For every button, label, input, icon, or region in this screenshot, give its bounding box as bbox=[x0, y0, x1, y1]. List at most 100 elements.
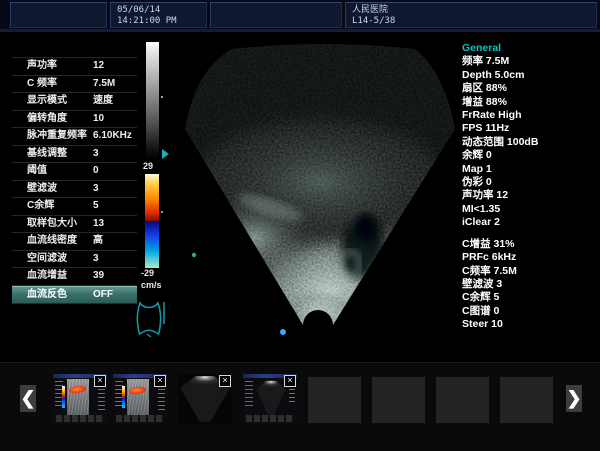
param-label: 声功率 bbox=[27, 58, 57, 75]
header-box-empty-left bbox=[10, 2, 107, 28]
info-line-frequency: 频率 7.5M bbox=[462, 55, 598, 68]
info-line-prfc: PRFc 6kHz bbox=[462, 251, 598, 264]
param-value: 13 bbox=[93, 216, 104, 233]
info-line-dynamic-range: 动态范围 100dB bbox=[462, 136, 598, 149]
param-label: 血流增益 bbox=[27, 268, 67, 285]
header-box-empty-mid bbox=[210, 2, 342, 28]
info-line-steer: Steer 10 bbox=[462, 318, 598, 331]
close-icon[interactable]: × bbox=[284, 375, 296, 387]
close-icon[interactable]: × bbox=[94, 375, 106, 387]
mini-colorbar bbox=[62, 386, 65, 408]
hospital-name: 人民医院 bbox=[352, 5, 388, 15]
mini-thumbstrip bbox=[246, 415, 294, 422]
body-marker-icon bbox=[131, 299, 171, 339]
grayscale-bar bbox=[146, 42, 159, 159]
param-value: 5 bbox=[93, 198, 99, 215]
header-bar: 05/06/14 14:21:00 PM 人民医院 L14-5/38 bbox=[0, 0, 600, 32]
thumbnail-strip: ❮ × × × bbox=[0, 362, 600, 451]
empty-thumbnail-slot bbox=[436, 377, 489, 423]
param-label: 脉冲重复频率 bbox=[27, 128, 87, 145]
mini-colorbar bbox=[122, 386, 125, 408]
gain-marker-icon[interactable] bbox=[162, 149, 169, 159]
empty-thumbnail-slot bbox=[372, 377, 425, 423]
next-arrow-icon[interactable]: ❯ bbox=[566, 385, 582, 412]
info-line-c-frequency: C频率 7.5M bbox=[462, 265, 598, 278]
color-doppler-bar bbox=[145, 174, 159, 268]
info-line-wall-filter: 壁滤波 3 bbox=[462, 278, 598, 291]
param-label: 空间滤波 bbox=[27, 251, 67, 268]
param-label: 偏转角度 bbox=[27, 111, 67, 128]
param-value: 3 bbox=[93, 146, 99, 163]
info-line-persistence: 余辉 0 bbox=[462, 149, 598, 162]
info-line-acoustic-power: 声功率 12 bbox=[462, 189, 598, 202]
param-value: 7.5M bbox=[93, 76, 115, 93]
reference-marker-blue-dot bbox=[280, 329, 286, 335]
info-line-c-persistence: C余辉 5 bbox=[462, 291, 598, 304]
close-icon[interactable]: × bbox=[154, 375, 166, 387]
param-value: 3 bbox=[93, 181, 99, 198]
velocity-min-label: -29 bbox=[141, 268, 154, 278]
info-line-pseudo-color: 伪彩 0 bbox=[462, 176, 598, 189]
param-label: 基线调整 bbox=[27, 146, 67, 163]
info-line-c-gain: C增益 31% bbox=[462, 238, 598, 251]
thumbnail-doppler-1[interactable]: × bbox=[53, 374, 107, 424]
param-label: 血流反色 bbox=[27, 287, 67, 304]
param-label: 显示模式 bbox=[27, 93, 67, 110]
info-line-fps: FPS 11Hz bbox=[462, 122, 598, 135]
info-line-iclear: iClear 2 bbox=[462, 216, 598, 229]
thumbnail-sector-large[interactable]: × bbox=[178, 374, 232, 424]
mini-thumbstrip bbox=[56, 415, 104, 422]
param-row-packet-size[interactable]: 取样包大小 13 bbox=[12, 216, 137, 234]
thumbnail-doppler-2[interactable]: × bbox=[113, 374, 167, 424]
param-row-flow-invert-selected[interactable]: 血流反色 OFF bbox=[12, 286, 137, 305]
close-icon[interactable]: × bbox=[219, 375, 231, 387]
header-hospital-probe: 人民医院 L14-5/38 bbox=[345, 2, 597, 28]
parameter-list: 声功率 12 C 频率 7.5M 显示模式速度 偏转角度 10 脉冲重复频率 6.10K… bbox=[12, 57, 137, 304]
param-row-acoustic-power[interactable]: 声功率 12 bbox=[12, 57, 137, 76]
section-title-general: General bbox=[462, 42, 598, 55]
param-row-line-density[interactable]: 血流线密度高 bbox=[12, 233, 137, 251]
probe-model: L14-5/38 bbox=[352, 16, 395, 26]
param-value: 0 bbox=[93, 163, 99, 180]
param-value: 3 bbox=[93, 251, 99, 268]
param-row-display-mode[interactable]: 显示模式速度 bbox=[12, 93, 137, 111]
param-label: 壁滤波 bbox=[27, 181, 57, 198]
prev-arrow-icon[interactable]: ❮ bbox=[20, 385, 36, 412]
mini-ultrasound bbox=[127, 379, 149, 420]
empty-thumbnail-slot bbox=[500, 377, 553, 423]
param-row-prf[interactable]: 脉冲重复频率 6.10KHz bbox=[12, 128, 137, 146]
param-value: 10 bbox=[93, 111, 104, 128]
param-value: 39 bbox=[93, 268, 104, 285]
param-row-color-gain[interactable]: 血流增益 39 bbox=[12, 268, 137, 286]
thumbnail-sector-screen[interactable]: × bbox=[243, 374, 297, 424]
mini-thumbstrip bbox=[116, 415, 164, 422]
param-value: 12 bbox=[93, 58, 104, 75]
header-date: 05/06/14 bbox=[117, 5, 160, 15]
param-label: 阈值 bbox=[27, 163, 47, 180]
param-row-steer-angle[interactable]: 偏转角度 10 bbox=[12, 111, 137, 129]
mini-text-left bbox=[245, 381, 253, 409]
velocity-max-label: 29 bbox=[143, 161, 153, 171]
param-value: 高 bbox=[93, 233, 103, 250]
param-row-spatial-filter[interactable]: 空间滤波 3 bbox=[12, 251, 137, 269]
focus-marker-green-dot bbox=[192, 253, 196, 257]
param-label: C 频率 bbox=[27, 76, 57, 93]
param-row-c-frequency[interactable]: C 频率 7.5M bbox=[12, 76, 137, 94]
scale-tick-dot bbox=[161, 96, 163, 98]
param-row-c-persistence[interactable]: C余辉 5 bbox=[12, 198, 137, 216]
param-label: C余辉 bbox=[27, 198, 54, 215]
info-line-sector: 扇区 88% bbox=[462, 82, 598, 95]
param-label: 取样包大小 bbox=[27, 216, 77, 233]
info-line-frrate: FrRate High bbox=[462, 109, 598, 122]
param-value: 6.10KHz bbox=[93, 128, 132, 145]
mini-sector-image bbox=[256, 380, 286, 416]
param-row-threshold[interactable]: 阈值 0 bbox=[12, 163, 137, 181]
ultrasound-image bbox=[170, 32, 460, 352]
param-row-wall-filter[interactable]: 壁滤波 3 bbox=[12, 181, 137, 199]
header-time: 14:21:00 PM bbox=[117, 16, 177, 26]
info-line-depth: Depth 5.0cm bbox=[462, 69, 598, 82]
param-value: OFF bbox=[93, 287, 113, 304]
scale-tick-dot bbox=[161, 211, 163, 213]
param-row-baseline[interactable]: 基线调整 3 bbox=[12, 146, 137, 164]
ultrasound-app: 05/06/14 14:21:00 PM 人民医院 L14-5/38 声功率 12… bbox=[0, 0, 600, 451]
